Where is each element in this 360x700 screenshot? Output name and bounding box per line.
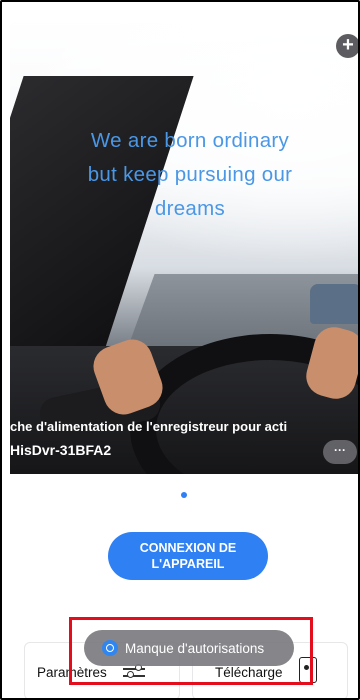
plus-icon: + bbox=[342, 34, 354, 56]
app-screen: We are born ordinary but keep pursuing o… bbox=[0, 0, 360, 700]
device-name: HisDvr-31BFA2 bbox=[10, 442, 112, 458]
tagline-line-1: We are born ordinary bbox=[90, 129, 290, 152]
connect-device-button[interactable]: CONNEXION DE L'APPAREIL bbox=[108, 532, 268, 580]
hero-banner[interactable]: We are born ordinary but keep pursuing o… bbox=[10, 16, 358, 474]
tagline-line-3: dreams bbox=[154, 197, 226, 220]
hero-tagline: We are born ordinary but keep pursuing o… bbox=[30, 124, 350, 226]
banner-caption: che d'alimentation de l'enregistreur pou… bbox=[10, 419, 288, 434]
add-device-button[interactable]: + bbox=[336, 34, 358, 58]
car-ahead bbox=[310, 284, 358, 324]
highlight-box bbox=[69, 617, 313, 685]
carousel-indicator bbox=[181, 492, 187, 498]
tagline-line-2: but keep pursuing our bbox=[87, 163, 293, 186]
more-options-button[interactable]: ··· bbox=[323, 440, 357, 464]
